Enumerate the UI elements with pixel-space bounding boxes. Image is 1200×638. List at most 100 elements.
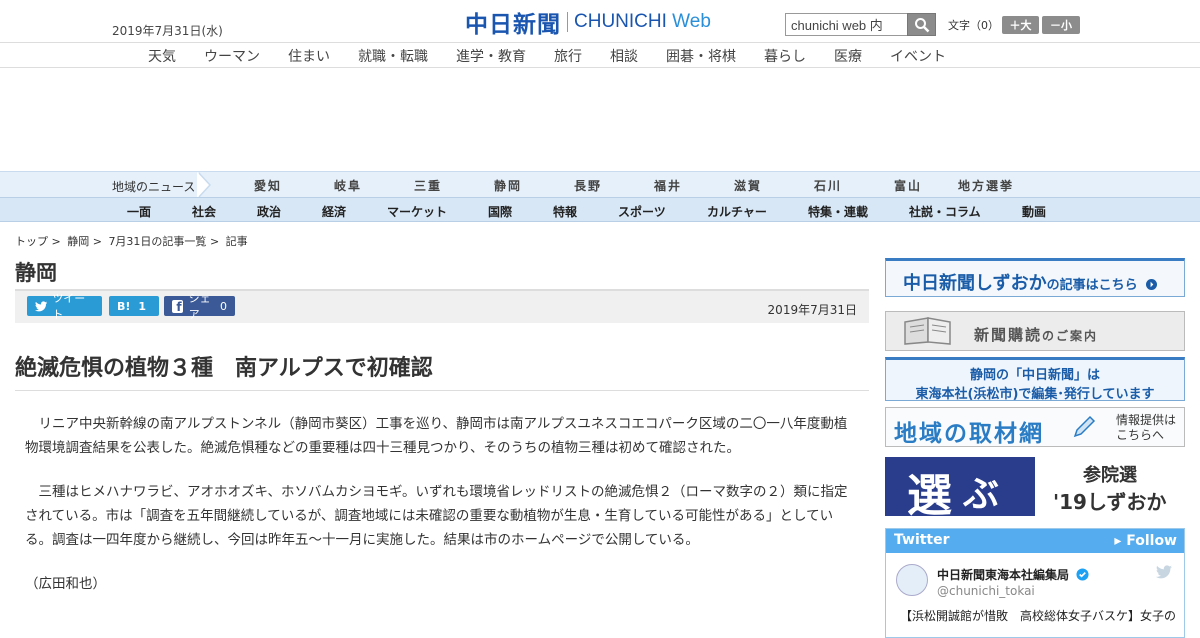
breadcrumb-separator: > [51, 235, 61, 248]
section-economy[interactable]: 経済 [322, 203, 346, 220]
topnav-weather[interactable]: 天気 [148, 46, 176, 66]
section-market[interactable]: マーケット [387, 203, 447, 220]
banner2-sub: のご案内 [1042, 329, 1099, 343]
region-aichi[interactable]: 愛知 [254, 177, 282, 194]
facebook-share-button[interactable]: f シェア 0 [164, 292, 235, 321]
banner1-sub: の記事はこちら [1046, 278, 1138, 293]
site-header: 2019年7月31日(水) 中日新聞 CHUNICHI Web 文字（0） ＋大… [0, 0, 1200, 42]
fontsize-decrease-button[interactable]: －小 [1042, 16, 1080, 34]
region-news-label: 地域のニュース [112, 180, 196, 194]
section-politics[interactable]: 政治 [257, 203, 281, 220]
banner4-main: 地域の取材網 [894, 421, 1044, 447]
circle-arrow-icon [1145, 279, 1157, 290]
search-input[interactable] [785, 13, 907, 36]
topnav-jobs[interactable]: 就職・転職 [358, 46, 428, 66]
section-video[interactable]: 動画 [1022, 203, 1046, 220]
twitter-bird-icon [35, 300, 48, 311]
logo-separator [567, 12, 568, 32]
banner5-kanji2: ぶ [963, 474, 1000, 515]
twitter-bird-icon [1156, 565, 1172, 579]
region-local-elections[interactable]: 地方選挙 [958, 177, 1014, 194]
prefecture-title: 静岡 [15, 261, 57, 285]
breadcrumb-top[interactable]: トップ [15, 235, 48, 248]
topnav-education[interactable]: 進学・教育 [456, 46, 526, 66]
region-ishikawa[interactable]: 石川 [814, 177, 842, 194]
site-search [785, 13, 936, 36]
breadcrumb-separator: > [92, 235, 102, 248]
article-paragraph-1: リニア中央新幹線の南アルプストンネル（静岡市葵区）工事を巡り、静岡市は南アルプス… [25, 416, 848, 456]
logo-en: CHUNICHI Web [574, 11, 711, 32]
tweet-button[interactable]: ツイート [27, 292, 102, 321]
breadcrumb-shizuoka[interactable]: 静岡 [67, 235, 89, 248]
hatena-icon: B! [117, 299, 131, 313]
twitter-follow-button[interactable]: ▸ Follow [1114, 533, 1177, 549]
section-culture[interactable]: カルチャー [707, 203, 767, 220]
chunichi-shizuoka-banner[interactable]: 中日新聞しずおかの記事はこちら [885, 258, 1185, 297]
twitter-account-name[interactable]: 中日新聞東海本社編集局 [937, 566, 1089, 583]
section-sports[interactable]: スポーツ [618, 203, 666, 220]
upper-house-election-banner[interactable]: 選 ぶ 参院選 '19しずおか [885, 457, 1185, 516]
subscription-banner[interactable]: 新聞購読のご案内 [885, 311, 1185, 351]
verified-icon [1076, 568, 1089, 581]
section-front[interactable]: 一面 [127, 203, 151, 220]
region-gifu[interactable]: 岐阜 [334, 177, 362, 194]
search-button[interactable] [907, 13, 936, 36]
current-date: 2019年7月31日(水) [112, 24, 223, 38]
section-features[interactable]: 特集・連載 [808, 203, 868, 220]
twitter-handle[interactable]: @chunichi_tokai [937, 584, 1035, 598]
tweet-label: ツイート [52, 292, 86, 321]
section-special-report[interactable]: 特報 [553, 203, 577, 220]
banner5-subtitle: '19しずおか [1053, 490, 1167, 514]
banner3-line2: 東海本社(浜松市)で編集･発行しています [915, 387, 1155, 402]
banner5-title: 参院選 [1083, 465, 1137, 486]
logo-jp: 中日新聞 [465, 11, 561, 38]
region-toyama[interactable]: 富山 [894, 177, 922, 194]
topnav-travel[interactable]: 旅行 [554, 46, 582, 66]
avatar[interactable] [896, 564, 928, 596]
tokai-head-office-banner[interactable]: 静岡の「中日新聞」は 東海本社(浜松市)で編集･発行しています [885, 357, 1185, 402]
topnav-igo-shogi[interactable]: 囲碁・将棋 [666, 46, 736, 66]
topnav-medical[interactable]: 医療 [834, 46, 862, 66]
topnav-living[interactable]: 暮らし [764, 46, 806, 66]
section-nav: 一面 社会 政治 経済 マーケット 国際 特報 スポーツ カルチャー 特集・連載… [0, 197, 1200, 222]
article-date: 2019年7月31日 [767, 303, 857, 317]
breadcrumb: トップ > 静岡 > 7月31日の記事一覧 > 記事 [15, 233, 251, 249]
breadcrumb-date-list[interactable]: 7月31日の記事一覧 [108, 235, 206, 248]
region-news-bar: 地域のニュース 愛知 岐阜 三重 静岡 長野 福井 滋賀 石川 富山 地方選挙 [0, 171, 1200, 198]
hatena-count: 1 [138, 299, 147, 313]
region-mie[interactable]: 三重 [414, 177, 442, 194]
share-label: シェア [188, 292, 211, 321]
facebook-icon: f [172, 299, 183, 313]
tweet-text: 【浜松開誠館が惜敗 高校総体女子バスケ】女子の [900, 609, 1177, 623]
topnav-events[interactable]: イベント [890, 46, 946, 66]
section-international[interactable]: 国際 [488, 203, 512, 220]
section-editorials[interactable]: 社説・コラム [909, 203, 981, 220]
section-society[interactable]: 社会 [192, 203, 216, 220]
topnav-housing[interactable]: 住まい [288, 46, 330, 66]
banner1-main: 中日新聞しずおか [903, 273, 1047, 294]
twitter-widget: Twitter ▸ Follow 中日新聞東海本社編集局 @chunichi_t… [885, 528, 1185, 638]
hatena-bookmark-button[interactable]: B! 1 [109, 296, 159, 316]
newspaper-icon [904, 317, 951, 345]
region-shiga[interactable]: 滋賀 [734, 177, 762, 194]
site-logo[interactable]: 中日新聞 CHUNICHI Web [465, 8, 711, 38]
twitter-widget-title: Twitter [894, 532, 950, 548]
region-fukui[interactable]: 福井 [654, 177, 682, 194]
banner4-sub1: 情報提供は [1115, 413, 1176, 427]
top-nav: 天気 ウーマン 住まい 就職・転職 進学・教育 旅行 相談 囲碁・将棋 暮らし … [0, 42, 1200, 68]
region-nagano[interactable]: 長野 [574, 177, 602, 194]
banner5-kanji1: 選 [907, 469, 953, 516]
topnav-woman[interactable]: ウーマン [204, 46, 260, 66]
share-bar: ツイート B! 1 f シェア 0 2019年7月31日 [15, 289, 869, 323]
local-reporting-banner[interactable]: 地域の取材網 情報提供は こちらへ [885, 407, 1185, 447]
breadcrumb-separator: > [209, 235, 220, 248]
topnav-consult[interactable]: 相談 [610, 46, 638, 66]
article-byline: （広田和也） [25, 576, 106, 592]
region-arrow [197, 172, 209, 198]
search-icon [914, 17, 929, 32]
headline-divider [15, 390, 869, 391]
breadcrumb-current: 記事 [225, 235, 248, 248]
fontsize-increase-button[interactable]: ＋大 [1002, 16, 1039, 34]
region-shizuoka[interactable]: 静岡 [494, 177, 522, 194]
banner4-sub2: こちらへ [1115, 428, 1164, 442]
